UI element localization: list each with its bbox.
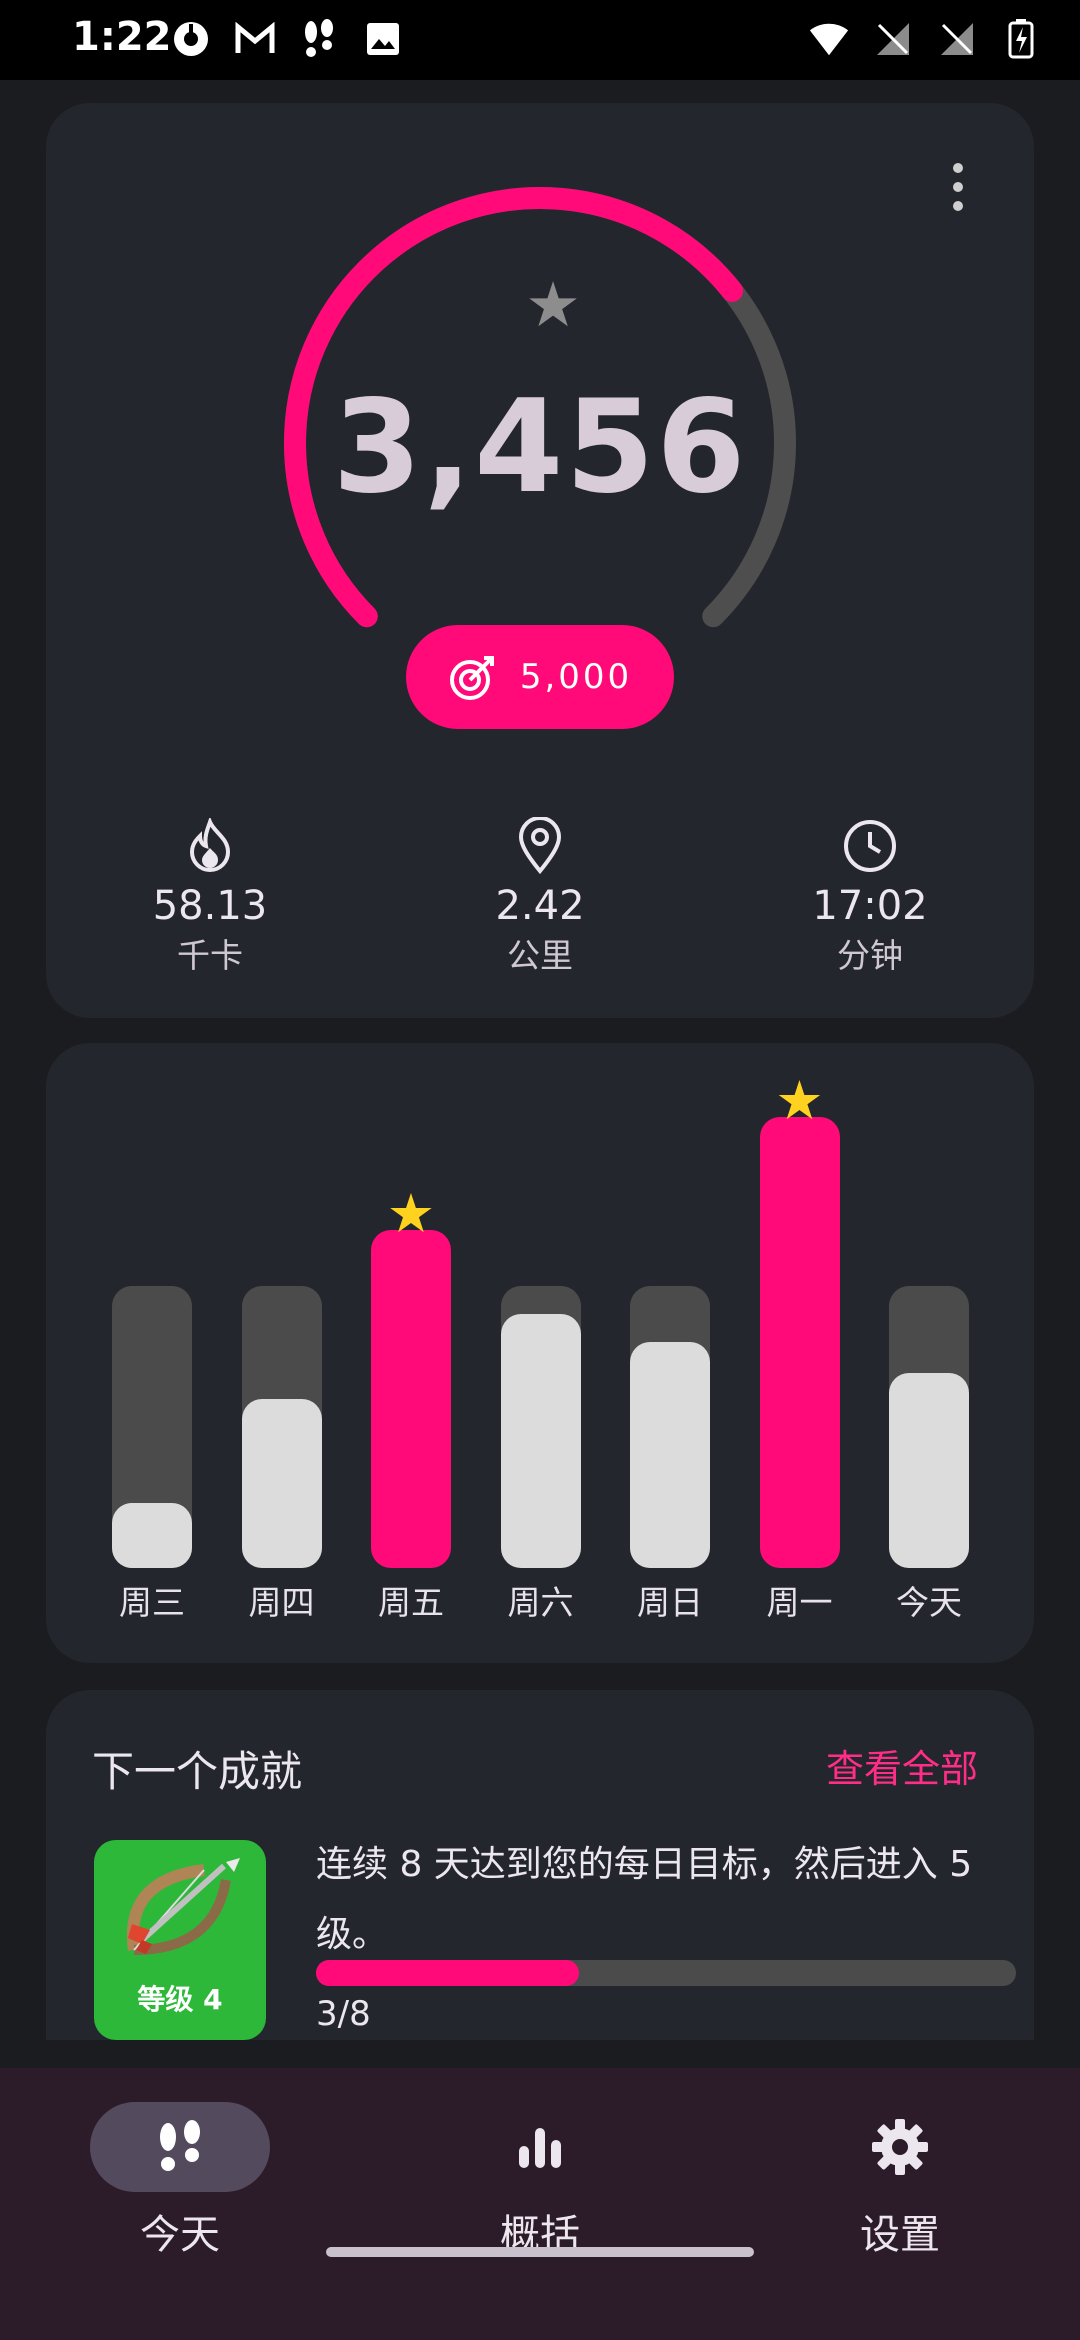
wifi-icon [808,18,850,60]
nav-label: 设置 [860,2212,940,2258]
day-bar[interactable]: 今天 [889,1043,969,1663]
day-bar[interactable]: 周六 [500,1043,581,1663]
bar-chart-icon [450,2102,630,2192]
location-pin-icon [430,815,650,877]
bar-fill [630,1342,710,1568]
no-sim-icon [936,18,978,60]
no-sim-icon [872,18,914,60]
status-right-icons [808,18,1042,60]
bar-fill [759,1116,840,1568]
status-left-icons [170,18,404,60]
bar-fill [241,1398,322,1568]
stat-duration: 17:02 分钟 [760,815,980,977]
achievement-progress-fill [316,1960,579,1986]
stat-calories: 58.13 千卡 [100,815,320,977]
bar-fill [889,1373,969,1568]
nav-item-settings[interactable]: 设置 [780,2102,1020,2260]
view-all-link[interactable]: 查看全部 [826,1738,978,1793]
nav-label: 今天 [140,2212,220,2258]
day-bar[interactable]: ★ 周一 [759,1043,840,1663]
day-label: 周六 [507,1583,574,1622]
steps-card: ★ 3,456 5,000 58.13 千卡 2.42 公里 17:02 分钟 [46,103,1034,1018]
target-icon [449,656,494,700]
footsteps-icon [298,18,340,60]
day-label: 周五 [378,1583,444,1622]
goal-button[interactable]: 5,000 [406,625,674,729]
goal-star-icon: ★ [775,1068,824,1132]
clock-icon [760,815,980,877]
stat-unit: 分钟 [837,936,903,975]
status-bar: 1:22 [0,0,1080,80]
status-time: 1:22 [72,14,172,60]
goal-star-icon: ★ [386,1181,436,1245]
battery-charging-icon [1000,18,1042,60]
day-label: 周一 [766,1583,833,1622]
footsteps-icon [90,2102,270,2192]
stat-unit: 千卡 [177,936,243,975]
app-icon [170,18,212,60]
day-label: 周四 [248,1583,315,1622]
day-bar[interactable]: 周四 [241,1043,322,1663]
day-bar[interactable]: ★ 周五 [371,1043,451,1663]
nav-item-today[interactable]: 今天 [60,2102,300,2260]
bar-fill [500,1314,581,1568]
achievement-card: 下一个成就 查看全部 等级 4 连续 8 天达到您的每日目标，然后进入 5 级。… [46,1690,1034,2040]
goal-value: 5,000 [519,657,633,697]
stat-unit: 公里 [507,936,573,975]
achievement-title: 下一个成就 [92,1747,303,1796]
achievement-badge[interactable]: 等级 4 [94,1840,266,2040]
badge-level: 等级 4 [137,1983,223,2016]
week-chart-card: 周三 周四 ★ 周五 周六 周日 ★ 周一 今天 [46,1043,1034,1663]
stat-value: 17:02 [812,883,928,929]
stat-value: 58.13 [152,883,268,929]
bar-fill [112,1503,192,1568]
flame-icon [100,815,320,877]
achievement-description: 连续 8 天达到您的每日目标，然后进入 5 级。 [316,1844,973,1955]
stat-value: 2.42 [495,883,585,929]
day-bar[interactable]: 周日 [630,1043,710,1663]
achievement-progress-track [316,1960,1016,1986]
bar-fill [371,1229,451,1568]
day-bar[interactable]: 周三 [112,1043,192,1663]
bottom-navigation: 今天 概括 设置 [0,2068,1080,2340]
day-label: 今天 [896,1583,962,1622]
home-indicator[interactable] [326,2247,754,2257]
image-icon [362,18,404,60]
star-icon: ★ [525,268,581,341]
stat-distance: 2.42 公里 [430,815,650,977]
day-label: 周三 [119,1583,185,1622]
day-label: 周日 [637,1583,703,1622]
steps-count: 3,456 [332,373,748,522]
bow-and-arrow-icon [126,1858,240,1955]
achievement-progress-text: 3/8 [316,1994,371,2034]
nav-item-overview[interactable]: 概括 [420,2102,660,2260]
gear-icon [810,2102,990,2192]
gmail-icon [234,18,276,60]
